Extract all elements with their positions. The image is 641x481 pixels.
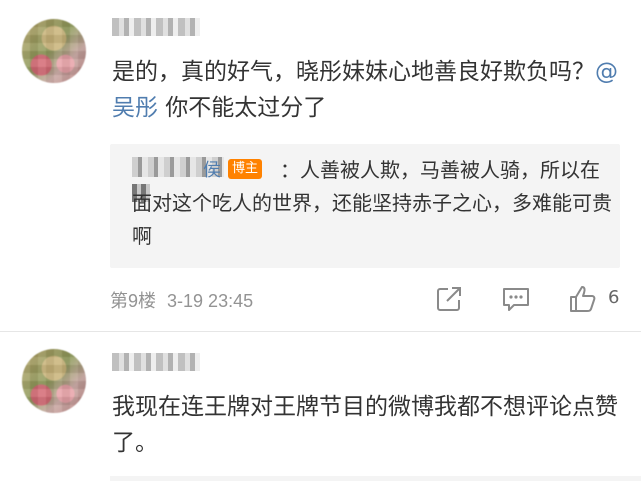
comment-text: 是的，真的好气，晓彤妹妹心地善良好欺负吗？@吴彤 你不能太过分了 [112, 54, 632, 126]
timestamp: 3-19 23:45 [167, 291, 254, 311]
username-blurred[interactable] [112, 353, 200, 371]
like-count: 6 [608, 287, 620, 308]
comment-text: 我现在连王牌对王牌节目的微博我都不想评论点赞了。 [112, 394, 618, 456]
username-blurred[interactable] [112, 18, 200, 36]
thumbs-up-icon[interactable] [568, 284, 598, 314]
avatar[interactable] [22, 19, 86, 83]
comment-text-tail: 你不能太过分了 [158, 95, 327, 121]
comment-icon[interactable] [501, 284, 531, 314]
reply-text: ：人善被人欺，马善被人骑，所以在面对这个吃人的世界，还能坚持赤子之心，多难能可贵… [132, 158, 612, 248]
comment-text-main: 是的，真的好气，晓彤妹妹心地善良好欺负吗？ [112, 59, 595, 85]
floor-number: 第9楼 [110, 291, 157, 311]
author-reply-box[interactable]: 侯 博主 ：人善被人欺，马善被人骑，所以在面对这个吃人的世界，还能坚持赤子之心，… [110, 144, 620, 268]
avatar[interactable] [22, 349, 86, 413]
floor-and-time: 第9楼 3-19 23:45 [110, 287, 253, 313]
next-reply-box-edge [110, 476, 641, 481]
share-icon[interactable] [434, 284, 464, 314]
divider [0, 331, 641, 332]
